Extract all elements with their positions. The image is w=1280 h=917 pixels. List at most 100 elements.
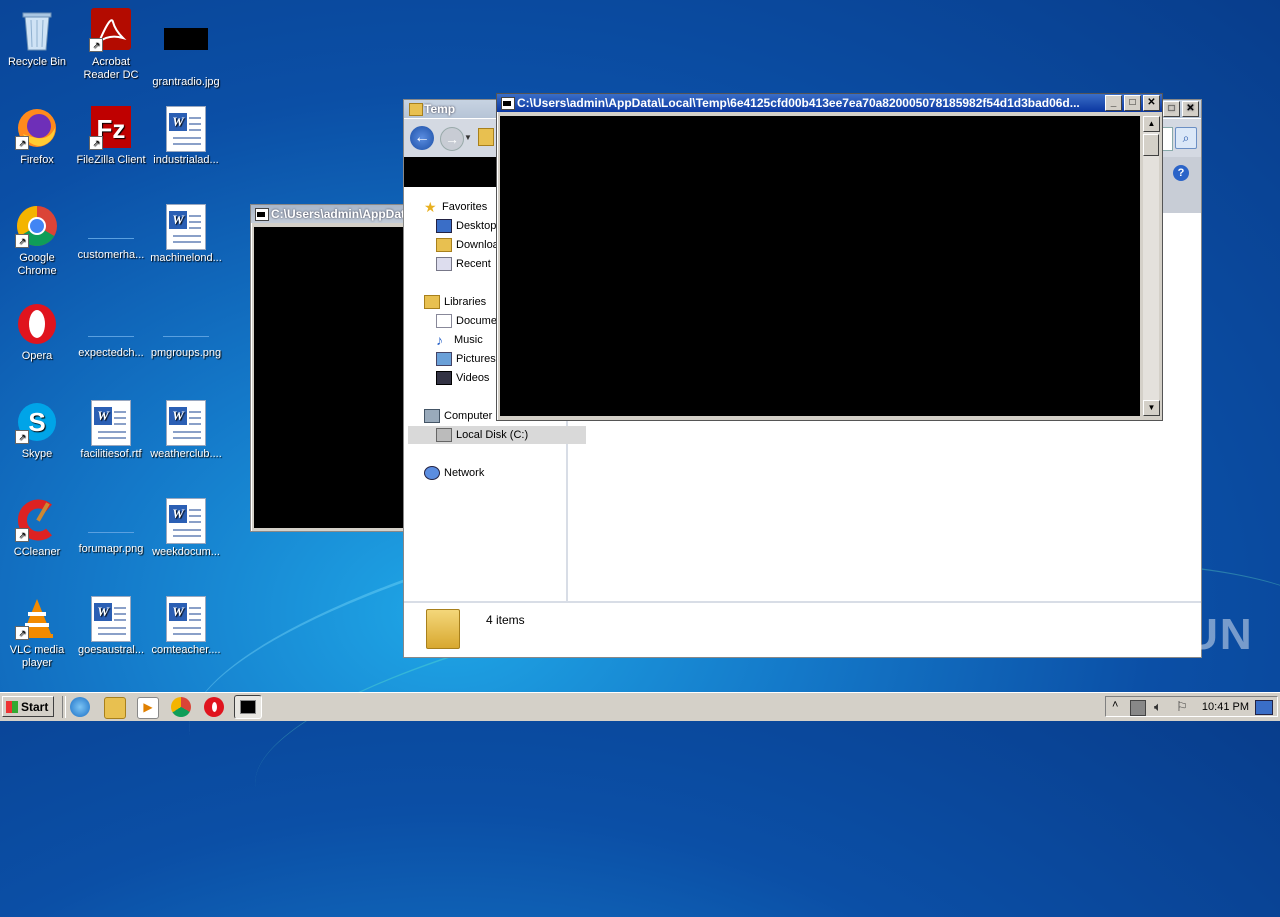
back-button[interactable]: ← [410, 126, 434, 150]
shortcut-arrow-icon: ↗ [89, 38, 103, 52]
nav-network[interactable]: Network [424, 464, 484, 482]
nav-local-disk[interactable]: Local Disk (C:) [408, 426, 586, 444]
image-file-icon [164, 28, 208, 72]
cmd-taskbar-button[interactable] [234, 695, 262, 719]
maximize-button[interactable]: □ [1124, 95, 1141, 111]
cmd-window-back[interactable]: C:\Users\admin\AppData [250, 204, 412, 532]
desktop-icon-skype[interactable]: S ↗ Skype [0, 400, 74, 461]
folder-icon [478, 128, 494, 146]
opera-taskbar-icon[interactable] [204, 697, 224, 717]
desktop-icon-comteacher[interactable]: W comteacher.... [149, 596, 223, 657]
window-title: Temp [424, 102, 456, 116]
nav-label: Computer [444, 410, 493, 422]
desktop-icon-industrialad[interactable]: W industrialad... [149, 106, 223, 167]
documents-icon [436, 314, 452, 329]
desktop-icon-vlc[interactable]: ↗ VLC media player [0, 596, 74, 670]
word-doc-icon: W [164, 106, 208, 152]
nav-downloads[interactable]: Downloa [436, 236, 499, 254]
desktop-icon-label: goesaustral... [77, 644, 145, 656]
chevron-up-icon[interactable]: ˄ [1112, 699, 1118, 711]
chevron-down-icon[interactable]: ▼ [464, 133, 472, 142]
desktop-icon-label: Google Chrome [17, 252, 57, 277]
network-icon [424, 466, 440, 481]
show-desktop-icon[interactable] [1255, 700, 1273, 715]
image-file-icon [163, 322, 209, 337]
nav-computer[interactable]: Computer [424, 407, 492, 425]
window-title: C:\Users\admin\AppData [271, 207, 411, 221]
music-icon: ♪ [436, 332, 443, 349]
scroll-thumb[interactable] [1143, 134, 1159, 156]
desktop-icon-forumapr[interactable]: forumapr.png [74, 498, 148, 556]
flag-icon[interactable]: ⚐ [1176, 699, 1188, 715]
desktop-icon-label: CCleaner [13, 546, 61, 558]
window-titlebar[interactable]: C:\Users\admin\AppData [251, 205, 411, 223]
window-titlebar[interactable]: C:\Users\admin\AppData\Local\Temp\6e4125… [497, 94, 1162, 112]
desktop-icon-ccleaner[interactable]: ↗ CCleaner [0, 498, 74, 559]
image-file-icon [88, 322, 134, 337]
desktop-icon-opera[interactable]: Opera [0, 302, 74, 363]
firefox-icon: ↗ [15, 106, 59, 150]
nav-recent[interactable]: Recent [436, 255, 491, 273]
close-button[interactable]: ✕ [1143, 95, 1160, 111]
library-icon [424, 295, 440, 310]
desktop-icon-weatherclub[interactable]: W weatherclub.... [149, 400, 223, 461]
svg-text:S: S [28, 407, 45, 437]
desktop-icon-label: Firefox [20, 154, 54, 166]
clock[interactable]: 10:41 PM [1202, 697, 1249, 717]
cmd-window-front[interactable]: C:\Users\admin\AppData\Local\Temp\6e4125… [496, 93, 1163, 421]
network-tray-icon[interactable] [1130, 700, 1146, 716]
desktop-icon-pmgroups[interactable]: pmgroups.png [149, 302, 223, 360]
desktop-icon-customerha[interactable]: customerha... [74, 204, 148, 262]
nav-pictures[interactable]: Pictures [436, 350, 496, 368]
nav-desktop[interactable]: Desktop [436, 217, 496, 235]
nav-label: Docume [456, 315, 497, 327]
windows-logo-icon [6, 701, 18, 713]
item-count: 4 items [486, 613, 525, 627]
speaker-icon[interactable]: 🔈︎ [1154, 699, 1162, 715]
nav-documents[interactable]: Docume [436, 312, 497, 330]
console-output[interactable] [500, 116, 1140, 416]
desktop-icon-grantradio[interactable]: grantradio.jpg [149, 8, 223, 89]
nav-label: Recent [456, 258, 491, 270]
start-button[interactable]: Start [2, 696, 54, 717]
folder-icon [426, 609, 460, 649]
taskbar: Start ▶ ˄ 🔈︎ ⚐ 10:41 PM [0, 692, 1280, 721]
desktop-icon-machinelond[interactable]: W machinelond... [149, 204, 223, 265]
nav-label: Favorites [442, 201, 488, 213]
desktop-icon-filezilla[interactable]: Fz ↗ FileZilla Client [74, 106, 148, 167]
scroll-up-button[interactable]: ▲ [1143, 116, 1160, 132]
forward-button[interactable]: → [440, 127, 464, 151]
word-doc-icon: W [164, 596, 208, 642]
close-button[interactable]: ✕ [1182, 101, 1199, 117]
nav-favorites[interactable]: ★ Favorites [424, 198, 487, 216]
ie-icon[interactable] [70, 697, 90, 717]
vertical-scrollbar[interactable]: ▲ ▼ [1143, 116, 1160, 416]
nav-videos[interactable]: Videos [436, 369, 489, 387]
console-output[interactable] [254, 227, 411, 528]
minimize-button[interactable]: _ [1105, 95, 1122, 111]
explorer-taskbar-icon[interactable] [104, 697, 126, 719]
desktop-icon-recycle-bin[interactable]: Recycle Bin [0, 8, 74, 69]
chrome-taskbar-icon[interactable] [171, 697, 191, 717]
maximize-button[interactable]: □ [1163, 101, 1180, 117]
scroll-down-button[interactable]: ▼ [1143, 400, 1160, 416]
desktop-icon-acrobat[interactable]: ↗ Acrobat Reader DC [74, 8, 148, 82]
skype-icon: S ↗ [15, 400, 59, 444]
shortcut-arrow-icon: ↗ [89, 136, 103, 150]
desktop-icon-facilitiesof[interactable]: W facilitiesof.rtf [74, 400, 148, 461]
help-icon[interactable]: ? [1173, 165, 1189, 181]
media-player-icon[interactable]: ▶ [137, 697, 159, 719]
desktop-icon-expectedch[interactable]: expectedch... [74, 302, 148, 360]
desktop-icon-weekdocum[interactable]: W weekdocum... [149, 498, 223, 559]
nav-music[interactable]: ♪ Music [436, 331, 483, 349]
desktop-icon-label: facilitiesof.rtf [80, 448, 142, 460]
search-icon[interactable]: ⌕ [1175, 127, 1197, 149]
desktop-icon-goesaustral[interactable]: W goesaustral... [74, 596, 148, 657]
star-icon: ★ [424, 199, 437, 216]
command-bar-blackout [404, 157, 499, 187]
desktop-icon-firefox[interactable]: ↗ Firefox [0, 106, 74, 167]
desktop-icon-label: grantradio.jpg [152, 76, 220, 88]
desktop-icon-chrome[interactable]: ↗ Google Chrome [0, 204, 74, 278]
vlc-icon: ↗ [15, 596, 59, 640]
nav-libraries[interactable]: Libraries [424, 293, 486, 311]
